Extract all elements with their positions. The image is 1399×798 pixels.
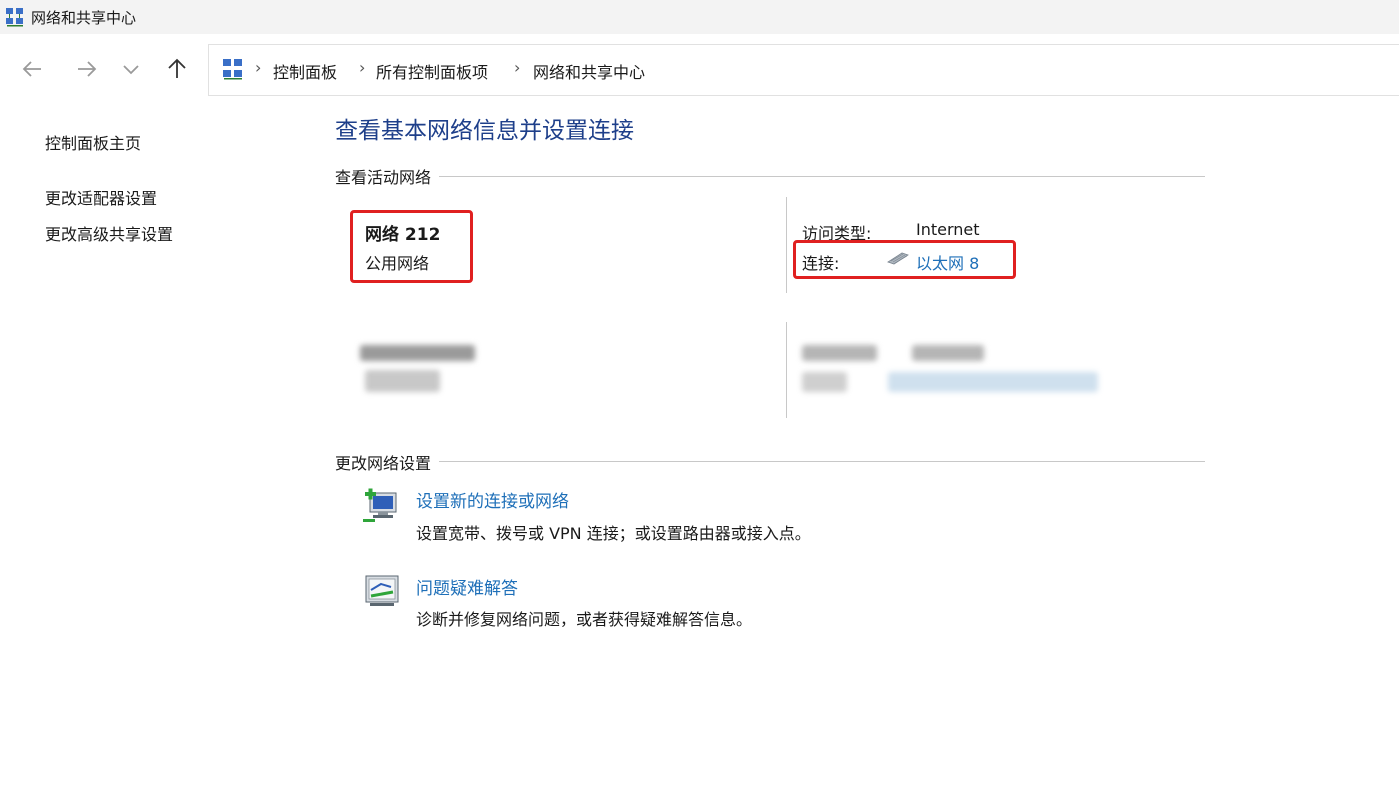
access-type-value: Internet (916, 220, 980, 239)
section-divider (335, 461, 1205, 462)
column-divider (786, 322, 787, 418)
breadcrumb-control-panel[interactable]: 控制面板 (273, 59, 337, 83)
redacted-connection-link (888, 372, 1098, 392)
page-title: 查看基本网络信息并设置连接 (335, 118, 634, 144)
control-panel-icon (221, 57, 245, 81)
breadcrumb-separator: › (359, 58, 366, 77)
redacted-access-type-label (802, 345, 877, 361)
network-category[interactable]: 公用网络 (365, 250, 429, 274)
change-settings-heading: 更改网络设置 (335, 450, 440, 474)
breadcrumb-all-items[interactable]: 所有控制面板项 (376, 59, 488, 83)
ethernet-icon (886, 250, 910, 270)
setup-new-connection-link[interactable]: 设置新的连接或网络 (416, 487, 569, 512)
breadcrumb-separator: › (514, 58, 521, 77)
redacted-network-category (365, 370, 440, 392)
up-button[interactable] (164, 56, 190, 82)
arrow-left-icon (22, 61, 41, 77)
redacted-connection-label (802, 372, 847, 392)
troubleshoot-desc: 诊断并修复网络问题，或者获得疑难解答信息。 (416, 610, 753, 629)
connection-label: 连接: (802, 254, 840, 273)
network-center-icon (4, 6, 26, 28)
sidebar-item-advanced-sharing[interactable]: 更改高级共享设置 (45, 221, 173, 245)
navigation-bar: › 控制面板 › 所有控制面板项 › 网络和共享中心 (0, 34, 1399, 104)
arrow-right-icon (78, 61, 97, 77)
redacted-access-type-value (912, 345, 984, 361)
section-divider (335, 176, 1205, 177)
breadcrumb-separator: › (255, 58, 262, 77)
troubleshoot-link[interactable]: 问题疑难解答 (416, 574, 518, 599)
arrow-up-icon (168, 58, 186, 78)
connection-link[interactable]: 以太网 8 (916, 250, 979, 274)
column-divider (786, 197, 787, 293)
sidebar-item-control-panel-home[interactable]: 控制面板主页 (45, 130, 141, 154)
chevron-down-icon (123, 65, 139, 75)
network-name: 网络 212 (365, 225, 441, 245)
address-bar[interactable]: › 控制面板 › 所有控制面板项 › 网络和共享中心 (208, 44, 1399, 96)
window-title: 网络和共享中心 (31, 9, 137, 27)
title-bar: 网络和共享中心 (0, 0, 1399, 34)
forward-button[interactable] (73, 56, 99, 82)
troubleshoot-icon (362, 572, 400, 610)
setup-new-connection-desc: 设置宽带、拨号或 VPN 连接；或设置路由器或接入点。 (416, 524, 811, 543)
redacted-network-name (360, 345, 475, 361)
recent-locations-button[interactable] (118, 56, 144, 82)
sidebar-item-adapter-settings[interactable]: 更改适配器设置 (45, 185, 157, 209)
breadcrumb-network-center[interactable]: 网络和共享中心 (533, 59, 645, 83)
new-connection-icon (362, 485, 400, 523)
back-button[interactable] (20, 56, 46, 82)
active-networks-heading: 查看活动网络 (335, 164, 440, 188)
